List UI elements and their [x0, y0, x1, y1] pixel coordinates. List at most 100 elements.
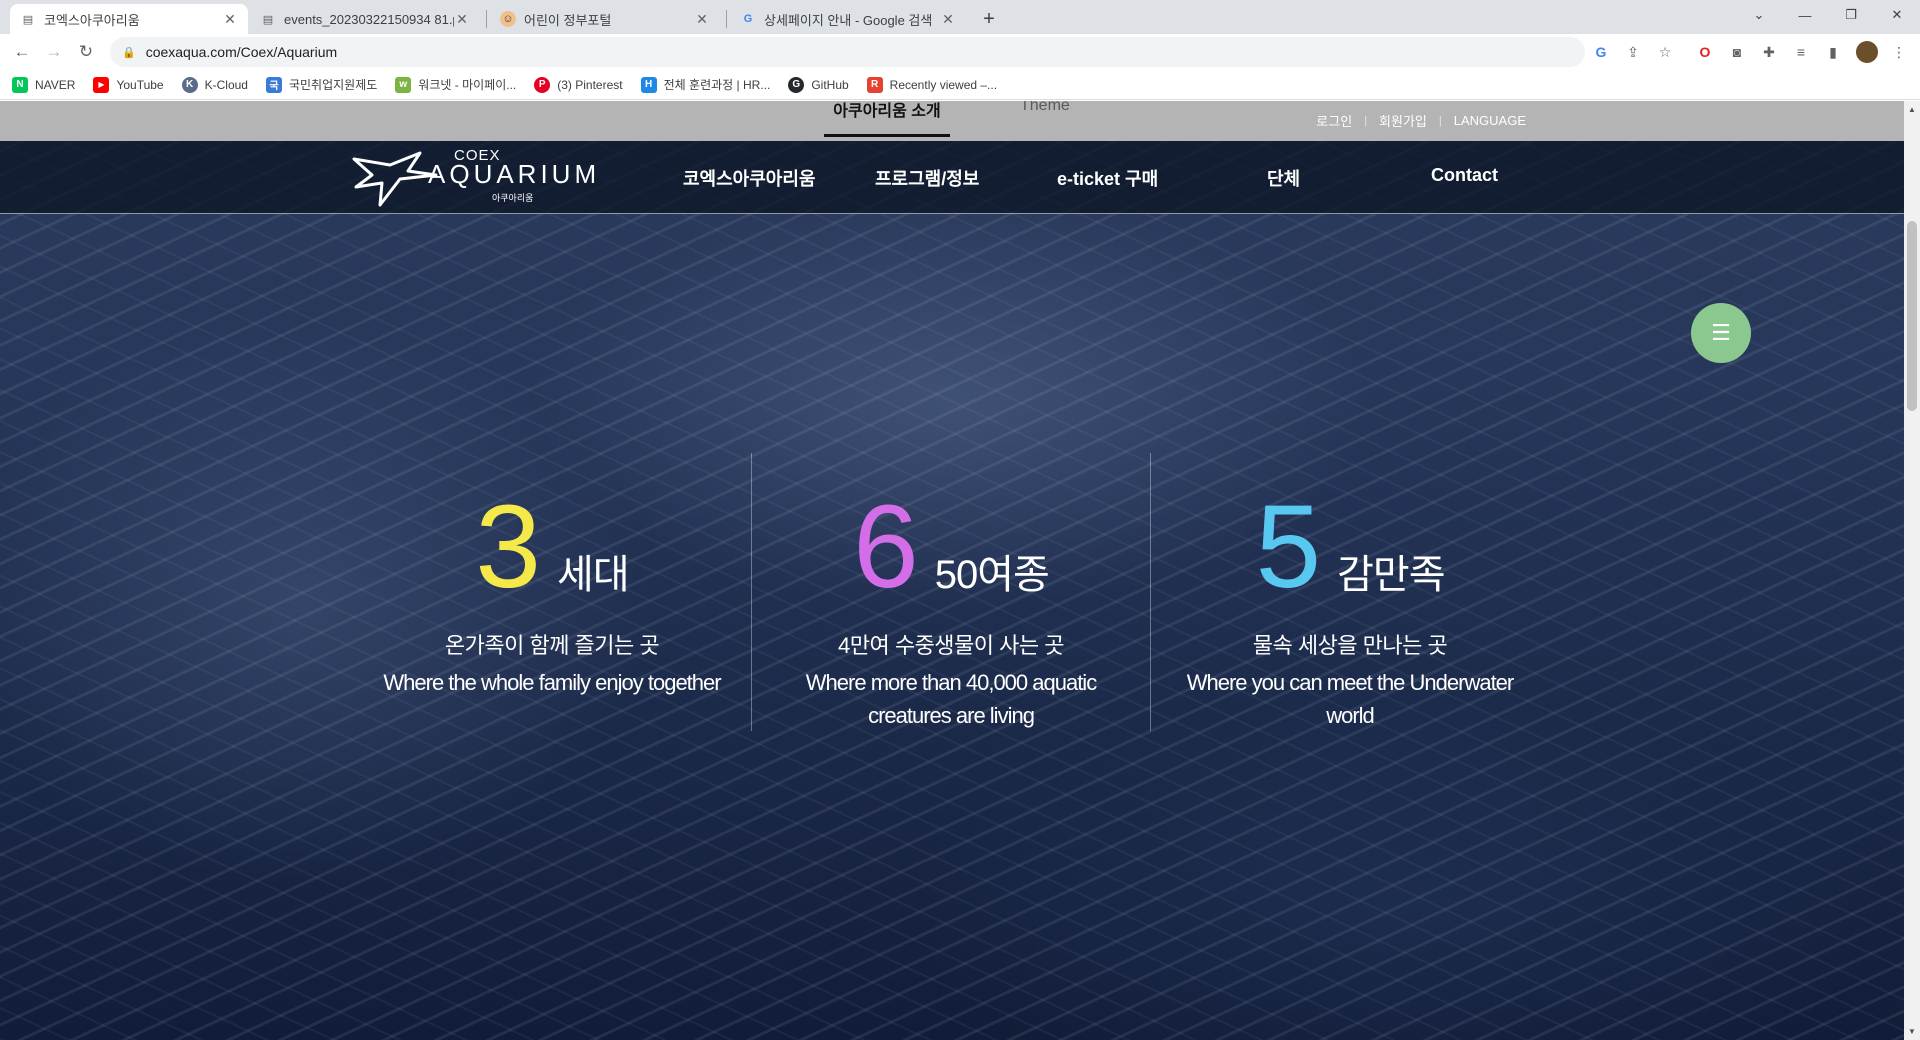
browser-toolbar: ← → ↻ 🔒 coexaqua.com/Coex/Aquarium G ⇪ ☆…	[0, 34, 1920, 70]
tab-title: events_20230322150934 81.png	[284, 11, 454, 27]
google-icon: G	[743, 13, 753, 25]
menu-programs-info[interactable]: 프로그램/정보	[875, 165, 979, 191]
stat-headline: 3 세대	[352, 486, 752, 606]
more-menu-icon[interactable]: ⋮	[1888, 41, 1910, 63]
tab-coex-aquarium[interactable]: ▤ 코엑스아쿠아리움 ✕	[10, 4, 248, 34]
stat-generations: 3 세대 온가족이 함께 즐기는 곳 Where the whole famil…	[352, 486, 752, 699]
bookmark-hrd[interactable]: H 전체 훈련과정 | HR...	[640, 76, 770, 93]
pinterest-icon: P	[534, 76, 551, 93]
logo-korean-text: 아쿠아리움	[492, 193, 534, 203]
bookmark-label: (3) Pinterest	[557, 77, 623, 92]
bookmark-employment-support[interactable]: 국 국민취업지원제도	[265, 76, 378, 93]
tab-title: 코엑스아쿠아리움	[44, 12, 140, 28]
image-icon: ▤	[262, 13, 274, 26]
kcloud-icon: K	[181, 76, 198, 93]
menu-group[interactable]: 단체	[1267, 165, 1300, 191]
tab-theme[interactable]: Theme	[1020, 101, 1070, 137]
menu-coex-aquarium[interactable]: 코엑스아쿠아리움	[683, 165, 815, 191]
bookmark-label: GitHub	[811, 77, 849, 92]
stat-headline: 6 50여종	[751, 486, 1151, 606]
stat-description-korean: 물속 세상을 만나는 곳	[1252, 633, 1448, 658]
bookmark-naver[interactable]: N NAVER	[12, 76, 75, 93]
close-icon[interactable]: ✕	[454, 11, 470, 27]
new-tab-button[interactable]: +	[975, 5, 1003, 33]
stat-senses: 5 감만족 물속 세상을 만나는 곳 Where you can meet th…	[1150, 486, 1550, 732]
page-viewport: 아쿠아리움 소개 Theme 로그인 | 회원가입 | LANGUAGE COE…	[0, 101, 1904, 1040]
stat-number: 3	[475, 481, 542, 613]
bookmark-label: 워크넷 - 마이페이...	[418, 78, 517, 92]
bookmark-recently-viewed[interactable]: R Recently viewed –...	[866, 76, 997, 93]
scroll-up-arrow-icon[interactable]: ▲	[1908, 105, 1916, 114]
bookmark-youtube[interactable]: ▶ YouTube	[93, 76, 164, 93]
hrd-icon: H	[640, 76, 657, 93]
extensions-puzzle-icon[interactable]: ✚	[1758, 41, 1780, 63]
naver-icon: N	[12, 76, 28, 93]
bookmark-worknet[interactable]: w 워크넷 - 마이페이...	[395, 76, 516, 93]
close-window-button[interactable]: ✕	[1874, 0, 1920, 30]
signup-link[interactable]: 회원가입	[1379, 111, 1427, 130]
tab-title: 상세페이지 안내 - Google 검색	[764, 12, 933, 28]
menu-contact[interactable]: Contact	[1431, 165, 1498, 186]
tab-google-search[interactable]: G 상세페이지 안내 - Google 검색 ✕	[730, 4, 966, 34]
bookmark-label: 국민취업지원제도	[288, 78, 378, 92]
menu-eticket[interactable]: e-ticket 구매	[1057, 165, 1158, 191]
shark-logo-icon	[352, 151, 438, 207]
reload-button[interactable]: ↻	[72, 38, 100, 66]
kid-face-icon: ☺	[500, 11, 516, 27]
restore-button[interactable]: ❐	[1828, 0, 1874, 30]
stat-unit: 세대	[557, 553, 630, 597]
scrollbar-thumb[interactable]	[1907, 221, 1917, 411]
logo-aquarium-text: AQUARIUM	[428, 159, 601, 189]
link-separator: |	[1364, 114, 1368, 127]
stat-description-english: Where you can meet the Underwater world	[1186, 670, 1515, 728]
side-panel-icon[interactable]: ▮	[1822, 41, 1844, 63]
stat-description-english: Where more than 40,000 aquatic creatures…	[805, 670, 1097, 728]
coex-aquarium-logo[interactable]: COEX AQUARIUM 아쿠아리움	[350, 141, 596, 214]
address-bar[interactable]: 🔒 coexaqua.com/Coex/Aquarium	[110, 37, 1585, 67]
page-icon: ▤	[22, 13, 34, 26]
tab-search-icon[interactable]: ⌄	[1736, 0, 1782, 30]
link-separator: |	[1438, 114, 1442, 127]
camera-extension-icon[interactable]: ◙	[1726, 41, 1748, 63]
bookmark-star-icon[interactable]: ☆	[1654, 41, 1676, 63]
stat-unit: 50여종	[934, 553, 1050, 597]
close-icon[interactable]: ✕	[222, 11, 238, 27]
employment-icon: 국	[265, 76, 282, 93]
stat-species: 6 50여종 4만여 수중생물이 사는 곳 Where more than 40…	[751, 486, 1151, 732]
page-scrollbar[interactable]: ▲ ▼	[1904, 101, 1920, 1040]
tab-divider	[726, 10, 727, 28]
stat-headline: 5 감만족	[1150, 486, 1550, 606]
forward-button[interactable]: →	[40, 38, 68, 66]
stat-description-korean: 온가족이 함께 즐기는 곳	[444, 633, 660, 658]
tab-events-png[interactable]: ▤ events_20230322150934 81.png ✕	[250, 4, 480, 34]
bookmark-kcloud[interactable]: K K-Cloud	[181, 76, 248, 93]
tab-divider	[486, 10, 487, 28]
bookmark-pinterest[interactable]: P (3) Pinterest	[534, 76, 623, 93]
reading-list-icon[interactable]: ≡	[1790, 41, 1812, 63]
stat-number: 5	[1255, 481, 1322, 613]
github-icon: G	[788, 76, 805, 93]
bookmarks-bar: N NAVER ▶ YouTube K K-Cloud 국 국민취업지원제도 w 워크넷 …	[0, 70, 1920, 100]
google-translate-icon[interactable]: G	[1590, 41, 1612, 63]
back-button[interactable]: ←	[8, 38, 36, 66]
tab-aquarium-intro[interactable]: 아쿠아리움 소개	[824, 101, 950, 137]
share-icon[interactable]: ⇪	[1622, 41, 1644, 63]
worknet-icon: w	[395, 76, 412, 93]
profile-avatar[interactable]	[1856, 41, 1878, 63]
minimize-button[interactable]: —	[1782, 0, 1828, 30]
floating-menu-button[interactable]: ☰	[1691, 303, 1751, 363]
login-link[interactable]: 로그인	[1316, 111, 1352, 130]
bookmark-github[interactable]: G GitHub	[788, 76, 849, 93]
opera-extension-icon[interactable]: O	[1694, 41, 1716, 63]
tab-kids-portal[interactable]: ☺ 어린이 정부포털 ✕	[490, 4, 720, 34]
close-icon[interactable]: ✕	[940, 11, 956, 27]
close-icon[interactable]: ✕	[694, 11, 710, 27]
scroll-down-arrow-icon[interactable]: ▼	[1908, 1027, 1916, 1036]
bookmark-label: YouTube	[116, 77, 164, 92]
stat-description-korean: 4만여 수중생물이 사는 곳	[838, 633, 1064, 658]
stat-number: 6	[853, 481, 919, 613]
tab-title: 어린이 정부포털	[524, 12, 612, 28]
recently-viewed-icon: R	[866, 76, 883, 93]
menu-icon: ☰	[1711, 320, 1731, 345]
language-link[interactable]: LANGUAGE	[1454, 113, 1526, 128]
